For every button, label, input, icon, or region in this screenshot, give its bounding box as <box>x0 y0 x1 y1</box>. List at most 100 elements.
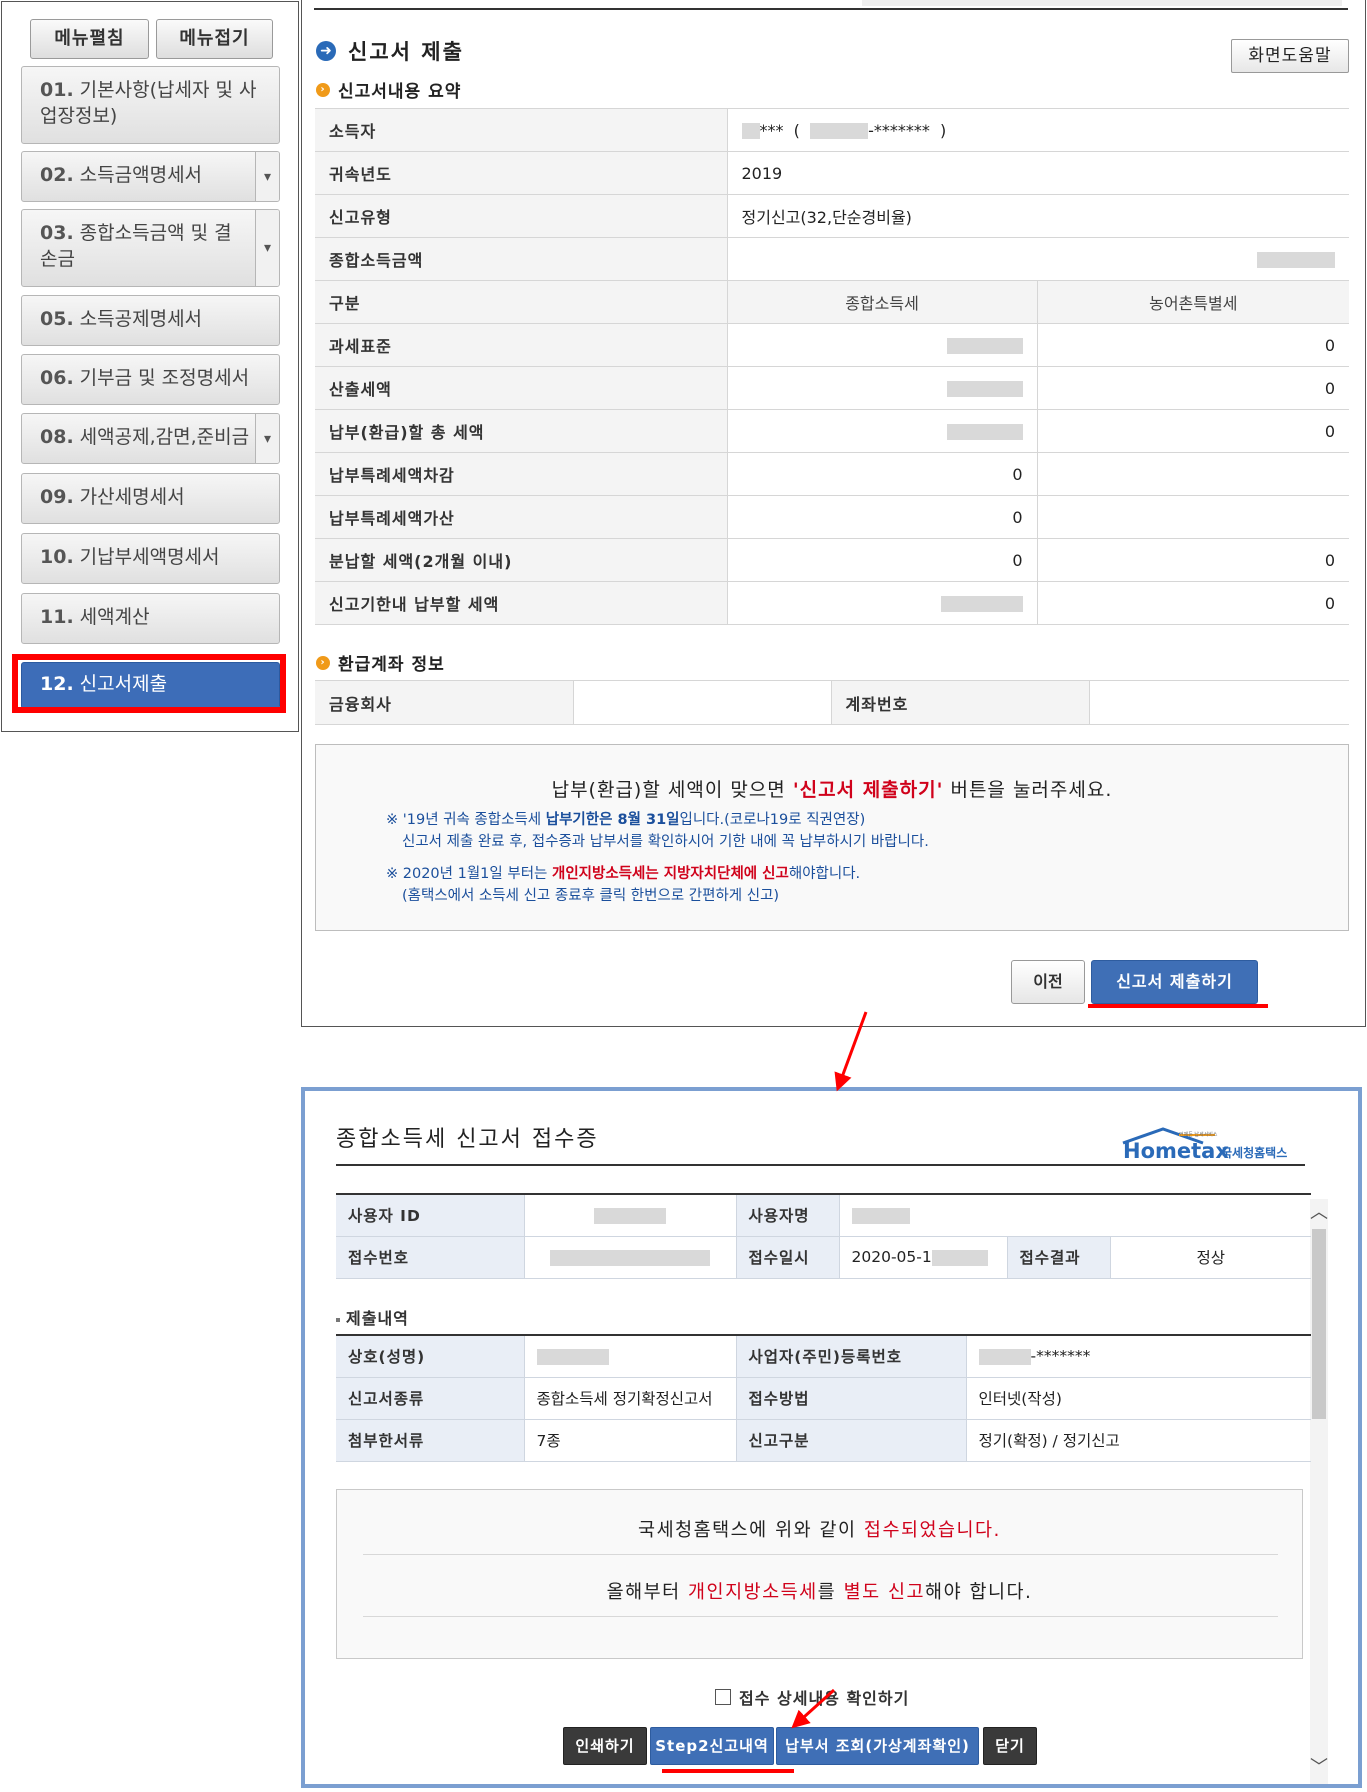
step2-highlight-underline <box>662 1769 794 1773</box>
total-income-value <box>726 237 1350 281</box>
logo-korean-name: 국세청홈택스 <box>1221 1145 1287 1160</box>
close-button[interactable]: 닫기 <box>983 1727 1037 1765</box>
menu-item-income-statement[interactable]: 02. 소득금액명세서 ▾ <box>21 151 280 202</box>
user-id-label: 사용자 ID <box>336 1193 524 1237</box>
left-menu-panel: 메뉴펼침 메뉴접기 01. 기본사항(납세자 및 사업장정보) 02. 소득금액명세… <box>1 1 299 732</box>
summary-heading-text: 신고서내용 요약 <box>338 82 462 102</box>
detail-confirm-check-row[interactable]: 접수 상세내용 확인하기 <box>715 1685 909 1709</box>
msg-highlight: 접수되었습니다. <box>863 1520 1001 1541</box>
menu-expand-button[interactable]: 메뉴펼침 <box>30 19 149 59</box>
notice-main-text: 납부(환급)할 세액이 맞으면 '신고서 제출하기' 버튼을 눌러주세요. <box>316 775 1348 802</box>
menu-item-prepaid-tax[interactable]: 10. 기납부세액명세서 <box>21 533 280 584</box>
submit-return-button[interactable]: 신고서 제출하기 <box>1091 960 1258 1004</box>
chevron-circle-icon: › <box>316 655 330 670</box>
print-button[interactable]: 인쇄하기 <box>563 1727 647 1765</box>
earner-name-mask: *** <box>759 120 784 140</box>
user-name-label: 사용자명 <box>735 1193 839 1237</box>
menu-item-number: 10. <box>40 546 74 568</box>
menu-item-tax-calculation[interactable]: 11. 세액계산 <box>21 593 280 644</box>
note-text: ※ 2020년 1월1일 부터는 <box>386 866 552 882</box>
detail-confirm-checkbox[interactable] <box>715 1689 731 1705</box>
local-tax-message: 올해부터 개인지방소득세를 별도 신고해야 합니다. <box>337 1578 1302 1604</box>
active-menu-highlight <box>12 654 286 713</box>
total-income-label: 종합소득금액 <box>315 237 727 281</box>
attachments-label: 첨부한서류 <box>336 1419 524 1462</box>
method-label: 접수방법 <box>735 1377 966 1420</box>
masked-value <box>851 1207 910 1224</box>
reg-no-mask: -******* <box>1030 1347 1091 1366</box>
payment-slip-button[interactable]: 납부서 조회(가상계좌확인) <box>776 1727 979 1765</box>
masked-value <box>978 1348 1031 1365</box>
special-deduct-income: 0 <box>726 452 1037 496</box>
submission-table: 상호(성명) 사업자(주민)등록번호 -******* 신고서종류 종합소득세 … <box>336 1334 1311 1462</box>
due-pay-income <box>726 581 1037 625</box>
table-row: 귀속년도 2019 <box>315 151 1350 195</box>
msg-highlight: 별도 신고 <box>843 1582 926 1603</box>
installment-income: 0 <box>726 538 1037 582</box>
menu-item-tax-credit[interactable]: 08. 세액공제,감면,준비금 ▾ <box>21 413 280 464</box>
screen-help-button[interactable]: 화면도움말 <box>1231 39 1349 73</box>
total-pay-rural: 0 <box>1036 409 1350 453</box>
menu-collapse-button[interactable]: 메뉴접기 <box>156 19 273 59</box>
msg-text: 국세청홈택스에 위와 같이 <box>638 1520 864 1541</box>
menu-item-donation[interactable]: 06. 기부금 및 조정명세서 <box>21 354 280 405</box>
receipt-scrollbar[interactable]: ︿ ﹀ <box>1310 1199 1328 1784</box>
trade-name-value <box>523 1334 736 1378</box>
menu-item-number: 05. <box>40 308 74 330</box>
menu-item-number: 01. <box>40 79 74 101</box>
chevron-down-icon[interactable]: ▾ <box>255 152 279 201</box>
previous-button[interactable]: 이전 <box>1011 960 1085 1004</box>
bank-label: 금융회사 <box>315 680 573 725</box>
detail-confirm-label[interactable]: 접수 상세내용 확인하기 <box>739 1685 909 1709</box>
step2-history-button[interactable]: Step2신고내역 <box>650 1727 774 1765</box>
table-row: 종합소득금액 <box>315 237 1350 281</box>
col-header-rural-tax: 농어촌특별세 <box>1036 280 1350 324</box>
return-type-value: 정기신고(32,단순경비율) <box>726 194 1350 238</box>
receipt-date-text: 2020-05-1 <box>851 1248 932 1266</box>
chevron-down-icon[interactable]: ▾ <box>255 414 279 463</box>
calc-tax-label: 산출세액 <box>315 366 727 410</box>
logo-wordmark: Hometax <box>1123 1139 1229 1163</box>
menu-item-label: 기부금 및 조정명세서 <box>79 367 250 389</box>
return-type-label: 신고유형 <box>315 194 727 238</box>
table-row: 납부특례세액차감 0 <box>315 452 1350 496</box>
col-header-income-tax: 종합소득세 <box>726 280 1037 324</box>
menu-item-number: 11. <box>40 606 74 628</box>
notice-main-suffix: 버튼을 눌러주세요. <box>943 779 1113 801</box>
chevron-up-icon[interactable]: ︿ <box>1310 1199 1328 1227</box>
scrollbar-thumb[interactable] <box>1312 1229 1326 1419</box>
table-row: 상호(성명) 사업자(주민)등록번호 -******* <box>336 1334 1311 1378</box>
note-text: 신고서 제출 완료 후, 접수증과 납부서를 확인하시어 기한 내에 꼭 납부하… <box>402 834 929 850</box>
receipt-message-box: 국세청홈택스에 위와 같이 접수되었습니다. 올해부터 개인지방소득세를 별도 … <box>336 1489 1303 1659</box>
table-row: 접수번호 접수일시 2020-05-1 접수결과 정상 <box>336 1236 1311 1279</box>
menu-item-number: 02. <box>40 164 74 186</box>
submission-heading: 제출내역 <box>336 1305 409 1329</box>
chevron-down-icon[interactable]: ﹀ <box>1310 1754 1328 1782</box>
divider <box>363 1616 1278 1617</box>
due-pay-rural: 0 <box>1036 581 1350 625</box>
special-deduct-rural <box>1036 452 1350 496</box>
receipt-result-value: 정상 <box>1109 1236 1311 1279</box>
table-row: 금융회사 계좌번호 <box>315 680 1349 725</box>
divider <box>363 1554 1278 1555</box>
menu-item-basic-info[interactable]: 01. 기본사항(납세자 및 사업장정보) <box>21 66 280 144</box>
table-row: 납부특례세액가산 0 <box>315 495 1350 539</box>
calc-tax-rural: 0 <box>1036 366 1350 410</box>
msg-text: 를 <box>817 1582 844 1603</box>
top-strip <box>862 0 1342 6</box>
refund-account-table: 금융회사 계좌번호 <box>315 680 1349 725</box>
msg-text: 해야 합니다. <box>925 1582 1033 1603</box>
menu-item-income-deduction[interactable]: 05. 소득공제명세서 <box>21 295 280 346</box>
chevron-down-icon[interactable]: ▾ <box>255 210 279 286</box>
menu-item-total-income-loss[interactable]: 03. 종합소득금액 및 결손금 ▾ <box>21 209 280 287</box>
summary-table: 소득자 *** ( -******* ) 귀속년도 2019 신고유형 정기신고… <box>315 108 1350 625</box>
table-row: 납부(환급)할 총 세액 0 <box>315 409 1350 453</box>
note-text: (홈택스에서 소득세 신고 종료후 클릭 한번으로 간편하게 신고) <box>402 888 780 904</box>
earner-label: 소득자 <box>315 108 727 152</box>
submission-notice-box: 납부(환급)할 세액이 맞으면 '신고서 제출하기' 버튼을 눌러주세요. ※ … <box>315 744 1349 931</box>
note-text: 해야합니다. <box>788 866 861 882</box>
table-row: 신고기한내 납부할 세액 0 <box>315 581 1350 625</box>
year-label: 귀속년도 <box>315 151 727 195</box>
menu-item-penalty-tax[interactable]: 09. 가산세명세서 <box>21 473 280 524</box>
receipt-info-table: 사용자 ID 사용자명 접수번호 접수일시 2020-05-1 접수결과 정상 <box>336 1193 1311 1279</box>
